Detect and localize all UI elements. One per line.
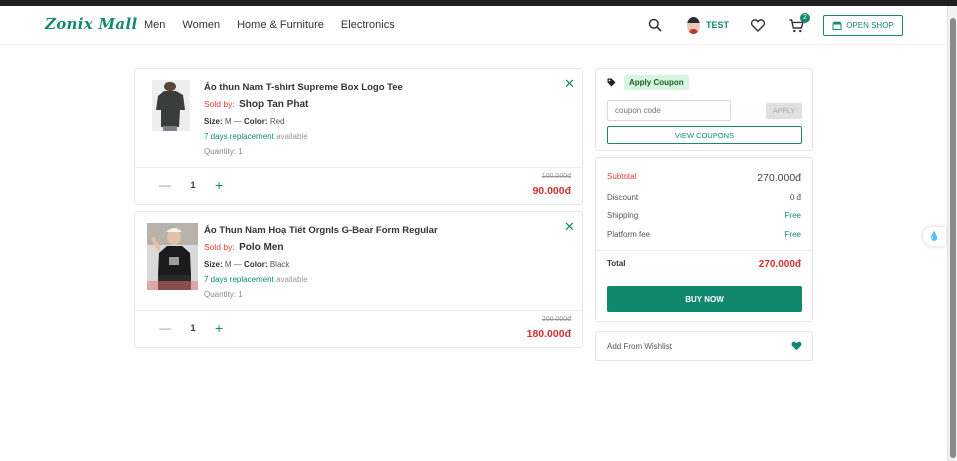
droplet-icon: 💧 (928, 231, 941, 241)
subtotal-label: Subtotal (607, 172, 637, 181)
order-summary: Subtotal 270.000đ Discount 0 đ Shipping … (595, 157, 813, 322)
replacement-info: 7 days replacement available (204, 132, 308, 141)
product-image[interactable] (152, 80, 190, 131)
replacement-status: available (276, 132, 308, 141)
nav-item-women[interactable]: Women (182, 19, 220, 31)
store-icon (832, 21, 842, 30)
platform-fee-value: Free (784, 230, 801, 239)
size-value: M (224, 260, 232, 269)
sale-price: 90.000đ (532, 185, 571, 197)
quantity-stepper: — 1 + (159, 177, 223, 193)
sold-by: Sold by: Polo Men (204, 242, 284, 253)
decrease-quantity-button[interactable]: — (159, 178, 171, 192)
color-value: Black (269, 260, 290, 269)
size-label: Size: (204, 117, 223, 126)
color-label: Color: (244, 260, 268, 269)
quantity-value: 1 (190, 323, 196, 333)
quantity-stepper: — 1 + (159, 320, 223, 336)
shipping-label: Shipping (607, 211, 639, 220)
sold-by-label: Sold by: (204, 242, 235, 252)
sale-price: 180.000đ (526, 328, 571, 340)
subtotal-row: Subtotal 270.000đ (607, 172, 801, 184)
discount-value: 0 đ (789, 193, 801, 202)
buy-now-button[interactable]: BUY NOW (607, 286, 802, 312)
size-value: M (224, 117, 232, 126)
replacement-info: 7 days replacement available (204, 275, 308, 284)
page-scrollbar[interactable] (947, 6, 957, 461)
size-label: Size: (204, 260, 223, 269)
total-value: 270.000đ (758, 259, 801, 270)
cart-item: Áo thun Nam T-shirt Supreme Box Logo Tee… (134, 68, 583, 205)
color-value: Red (269, 117, 285, 126)
replacement-days: 7 days replacement (204, 132, 274, 141)
quantity-text: Quantity: 1 (204, 147, 243, 156)
nav-item-men[interactable]: Men (144, 19, 165, 31)
user-avatar[interactable] (687, 17, 700, 34)
replacement-days: 7 days replacement (204, 275, 274, 284)
floating-widget-button[interactable]: 💧 (923, 227, 946, 246)
scrollbar-thumb[interactable] (950, 18, 956, 458)
open-shop-label: OPEN SHOP (846, 21, 894, 30)
platform-fee-row: Platform fee Free (607, 230, 801, 239)
coupon-code-input[interactable] (607, 100, 731, 121)
search-icon[interactable] (648, 18, 662, 32)
apply-coupon-badge: Apply Coupon (624, 75, 689, 90)
size-color: Size: M — Color: Red (204, 117, 285, 126)
color-label: Color: (244, 117, 268, 126)
add-from-wishlist-label: Add From Wishlist (607, 342, 672, 351)
apply-coupon-button[interactable]: APPLY (766, 103, 802, 119)
discount-row: Discount 0 đ (607, 193, 801, 202)
shop-name[interactable]: Polo Men (239, 242, 283, 253)
replacement-status: available (276, 275, 308, 284)
product-name[interactable]: Áo Thun Nam Hoạ Tiết Orgnls G-Bear Form … (204, 225, 438, 236)
cart-item: Áo Thun Nam Hoạ Tiết Orgnls G-Bear Form … (134, 211, 583, 348)
quantity-text: Quantity: 1 (204, 290, 243, 299)
decrease-quantity-button[interactable]: — (159, 321, 171, 335)
main-nav: Men Women Home & Furniture Electronics (144, 19, 412, 31)
site-header: Zonix Mall Men Women Home & Furniture El… (0, 6, 946, 45)
discount-label: Discount (607, 193, 639, 202)
sold-by-label: Sold by: (204, 99, 235, 109)
total-label: Total (607, 259, 626, 268)
size-color: Size: M — Color: Black (204, 260, 290, 269)
add-from-wishlist-row[interactable]: Add From Wishlist (595, 331, 813, 361)
heart-icon[interactable] (791, 341, 802, 351)
wishlist-heart-icon[interactable] (751, 19, 765, 32)
sold-by: Sold by: Shop Tan Phat (204, 99, 308, 110)
product-name[interactable]: Áo thun Nam T-shirt Supreme Box Logo Tee (204, 82, 403, 93)
increase-quantity-button[interactable]: + (215, 177, 223, 193)
shipping-value: Free (784, 211, 801, 220)
view-coupons-button[interactable]: VIEW COUPONS (607, 126, 802, 144)
username-label[interactable]: TEST (706, 20, 729, 30)
quantity-value: 1 (190, 180, 196, 190)
total-row: Total 270.000đ (607, 259, 801, 270)
site-logo[interactable]: Zonix Mall (45, 15, 137, 33)
coupon-panel: Apply Coupon APPLY VIEW COUPONS (595, 68, 813, 151)
nav-item-electronics[interactable]: Electronics (341, 19, 395, 31)
increase-quantity-button[interactable]: + (215, 320, 223, 336)
divider (135, 167, 582, 168)
cart-count-badge: 2 (800, 13, 810, 23)
tag-icon (607, 78, 616, 87)
shipping-row: Shipping Free (607, 211, 801, 220)
divider (596, 250, 812, 251)
open-shop-button[interactable]: OPEN SHOP (823, 15, 903, 36)
product-image[interactable] (147, 223, 198, 290)
subtotal-value: 270.000đ (757, 172, 801, 184)
divider (135, 310, 582, 311)
platform-fee-label: Platform fee (607, 230, 651, 239)
remove-item-close-icon[interactable]: ✕ (564, 219, 575, 235)
nav-item-home-furniture[interactable]: Home & Furniture (237, 19, 324, 31)
remove-item-close-icon[interactable]: ✕ (564, 76, 575, 92)
original-price: 200.000đ (541, 316, 571, 323)
original-price: 100.000đ (541, 173, 571, 180)
shop-name[interactable]: Shop Tan Phat (239, 99, 308, 110)
